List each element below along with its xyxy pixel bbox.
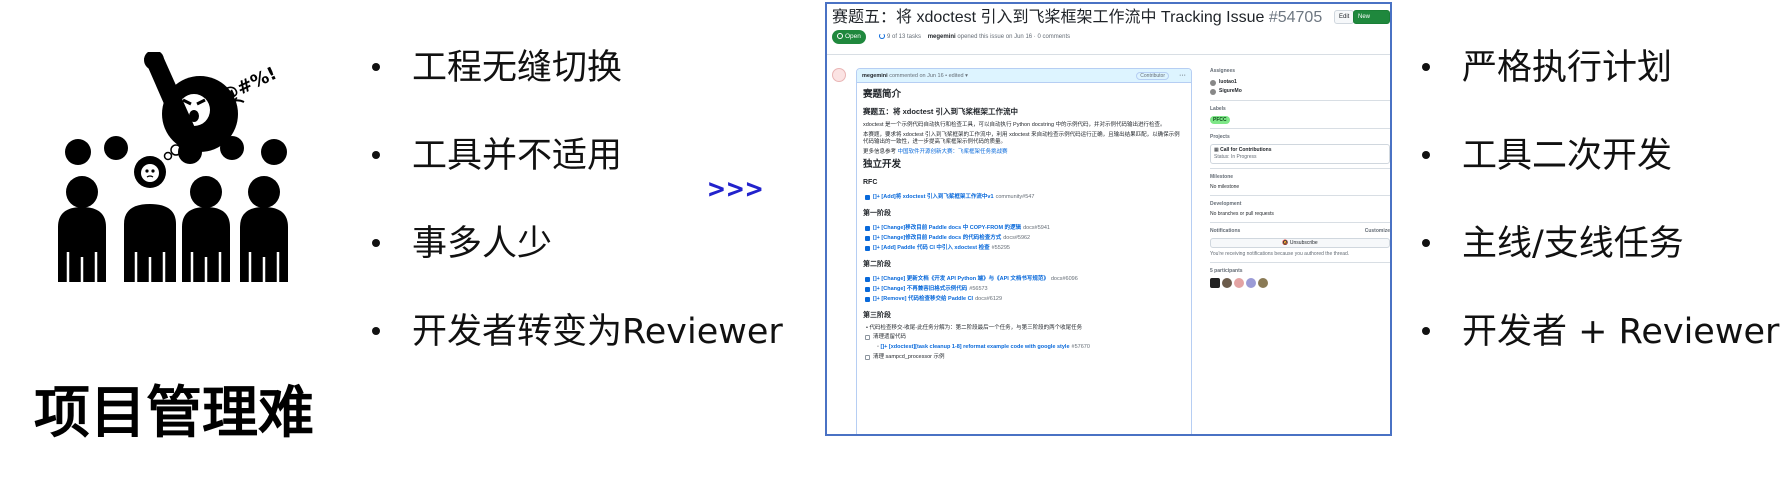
label-tag[interactable]: PFCC (1210, 116, 1230, 124)
bullet-icon (1422, 151, 1430, 159)
avatar (1210, 79, 1216, 86)
avatar[interactable] (832, 68, 846, 82)
section-heading: 独立开发 (863, 159, 902, 170)
issue-comment: megemini commented on Jun 16 • edited ▾ … (856, 68, 1192, 434)
avatar (1210, 88, 1216, 95)
milestone-section: Milestone No milestone (1210, 174, 1390, 196)
task-item[interactable]: []+ [Add]将 xdoctest 引入到飞桨框架工作流中v1 communi… (865, 192, 1185, 202)
edit-button[interactable]: Edit (1334, 10, 1355, 24)
task-item[interactable]: 清理遗留代码 (865, 332, 1185, 342)
status-badge: Open (832, 30, 866, 44)
unsubscribe-button[interactable]: 🔕 Unsubscribe (1210, 238, 1390, 248)
task-item[interactable]: 清理 sampcd_processor 示例 (865, 352, 1185, 362)
left-bullet-item: 事多人少 (368, 224, 783, 312)
project-card[interactable]: ▦ Call for Contributions Status: In Prog… (1210, 144, 1390, 164)
divider (827, 54, 1390, 55)
participants-section: 5 participants (1210, 268, 1390, 288)
task-item[interactable]: ◦ []+ [xdoctest][task cleanup 1-8] refor… (877, 342, 1185, 352)
bullet-icon (1422, 63, 1430, 71)
projects-section: Projects ▦ Call for Contributions Status… (1210, 134, 1390, 169)
slide-headline: 项目管理难 (34, 381, 314, 446)
checkbox-checked-icon[interactable] (865, 296, 870, 302)
new-issue-button[interactable]: New issue (1353, 10, 1390, 32)
right-bullet-list: 严格执行计划 工具二次开发 主线/支线任务 开发者 + Reviewer (1418, 48, 1779, 400)
author-link[interactable]: megemini (928, 34, 956, 40)
section-heading: 赛题简介 (863, 89, 902, 100)
notifications-section: Notifications Customize 🔕 Unsubscribe Yo… (1210, 228, 1390, 263)
assignees-section: Assignees luotao1 SigureMo (1210, 68, 1390, 101)
task-item[interactable]: []+ [Change]修改目前 Paddle docs 的代码检查方式 docs… (865, 233, 1185, 243)
left-bullet-item: 工程无缝切换 (368, 48, 783, 136)
bullet-icon (372, 63, 380, 71)
right-bullet-item: 开发者 + Reviewer (1418, 312, 1779, 400)
paragraph: xdoctest 是一个示例代码自动执行和检查工具，可以自动执行 Python … (863, 122, 1166, 128)
comment-author[interactable]: megemini (862, 73, 888, 79)
issue-title: 赛题五：将 xdoctest 引入到飞桨框架工作流中 Tracking Issu… (832, 9, 1323, 26)
issue-sidebar: Assignees luotao1 SigureMo Labels PFCC P… (1210, 68, 1390, 288)
task-item[interactable]: []+ [Change] 更新文档《开发 API Python 端》与《API … (865, 274, 1185, 284)
checkbox-checked-icon[interactable] (865, 245, 870, 251)
checkbox-checked-icon[interactable] (865, 194, 870, 200)
frustrated-crowd-icon: @#%! (58, 52, 288, 282)
comment-header: megemini commented on Jun 16 • edited ▾ … (857, 69, 1191, 83)
assignee[interactable]: luotao1 (1210, 78, 1390, 87)
paragraph: 本赛题，要求将 xdoctest 引入到飞桨框架的工作流中，利用 xdoctes… (863, 132, 1180, 145)
left-bullet-item: 开发者转变为Reviewer (368, 312, 783, 400)
checkbox-checked-icon[interactable] (865, 235, 870, 241)
more-info-link[interactable]: 中国软件开源创新大赛：飞桨框架任务挑战赛 (898, 149, 1008, 155)
github-issue-screenshot: 赛题五：将 xdoctest 引入到飞桨框架工作流中 Tracking Issu… (825, 2, 1392, 436)
checkbox-checked-icon[interactable] (865, 286, 870, 292)
progress-ring-icon (879, 33, 885, 39)
task-item[interactable]: []+ [Add] Paddle 代码 CI 中引入 xdoctest 检查 #5… (865, 243, 1185, 253)
participant-avatar[interactable] (1222, 278, 1232, 288)
role-badge: Contributor (1136, 72, 1169, 80)
issue-meta: 9 of 13 tasks megemini opened this issue… (879, 33, 1070, 40)
arrow-icon: >>> (708, 172, 765, 205)
project-name: ▦ Call for Contributions (1214, 147, 1272, 153)
issue-header: 赛题五：将 xdoctest 引入到飞桨框架工作流中 Tracking Issu… (827, 4, 1390, 64)
subsection-heading: RFC (863, 179, 878, 186)
assignee[interactable]: SigureMo (1210, 87, 1390, 96)
right-bullet-item: 工具二次开发 (1418, 136, 1779, 224)
left-bullet-list: 工程无缝切换 工具并不适用 事多人少 开发者转变为Reviewer (368, 48, 783, 400)
participant-avatar[interactable] (1246, 278, 1256, 288)
issue-number: #54705 (1268, 9, 1323, 26)
labels-section: Labels PFCC (1210, 106, 1390, 129)
task-item[interactable]: []+ [Remove] 代码检查移交给 Paddle CI docs#6129 (865, 294, 1185, 304)
development-section: Development No branches or pull requests (1210, 201, 1390, 223)
participant-avatar[interactable] (1210, 278, 1220, 288)
bullet-icon (372, 151, 380, 159)
bullet-icon (372, 239, 380, 247)
more-options-icon[interactable]: ··· (1179, 69, 1186, 83)
participant-avatar[interactable] (1258, 278, 1268, 288)
comment-body: 赛题简介 赛题五：将 xdoctest 引入到飞桨框架工作流中 xdoctest… (857, 83, 1191, 366)
checkbox-unchecked-icon[interactable] (865, 354, 870, 360)
more-info: 更多信息参考 中国软件开源创新大赛：飞桨框架任务挑战赛 (863, 149, 1008, 155)
speech-text: @#%! (217, 63, 280, 107)
checkbox-checked-icon[interactable] (865, 225, 870, 231)
task-item[interactable]: []+ [Change] 不再兼容旧格式示例代码 #56573 (865, 284, 1185, 294)
bullet-icon (372, 327, 380, 335)
participant-avatar[interactable] (1234, 278, 1244, 288)
subsection-heading: 第二阶段 (863, 261, 891, 268)
right-bullet-item: 严格执行计划 (1418, 48, 1779, 136)
open-issue-icon (837, 33, 843, 39)
bullet-icon (1422, 239, 1430, 247)
subsection-heading: 第三阶段 (863, 312, 891, 319)
customize-link[interactable]: Customize (1365, 228, 1390, 235)
subsection-heading: 第一阶段 (863, 210, 891, 217)
checkbox-unchecked-icon[interactable] (865, 334, 870, 340)
right-bullet-item: 主线/支线任务 (1418, 224, 1779, 312)
checkbox-checked-icon[interactable] (865, 276, 870, 282)
bullet-icon (1422, 327, 1430, 335)
intro-title: 赛题五：将 xdoctest 引入到飞桨框架工作流中 (863, 107, 1019, 116)
list-item: • 代码检查移交-收尾-此任务分解为：第二阶段最后一个任务，与第三阶段的两个收尾… (866, 325, 1083, 331)
task-item[interactable]: []+ [Change]移改目前 Paddle docs 中 COPY-FROM… (865, 223, 1185, 233)
